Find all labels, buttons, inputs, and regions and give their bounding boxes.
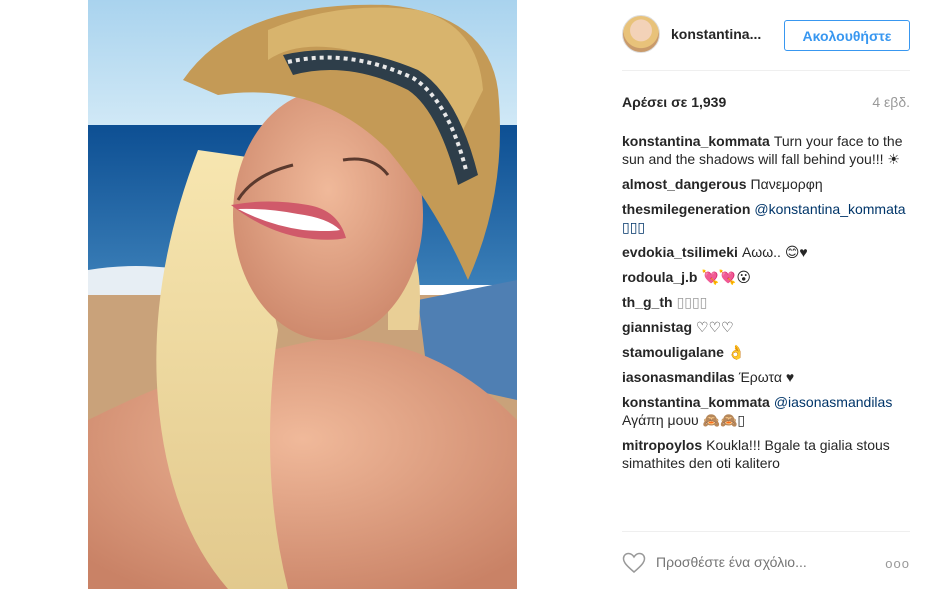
comment-item: konstantina_kommata @iasonasmandilas Αγάπ… <box>622 393 910 429</box>
comment-username[interactable]: konstantina_kommata <box>622 133 770 149</box>
footer-divider <box>622 531 910 532</box>
post-details-panel: konstantina... Ακολουθήστε Αρέσει σε 1,9… <box>622 0 910 589</box>
post-header: konstantina... Ακολουθήστε <box>622 15 910 55</box>
likes-row: Αρέσει σε 1,939 4 εβδ. <box>622 94 910 114</box>
post-age[interactable]: 4 εβδ. <box>872 94 910 110</box>
comment-mention[interactable]: @konstantina_kommata <box>754 201 905 217</box>
post-footer: ooo <box>622 550 910 578</box>
comment-username[interactable]: iasonasmandilas <box>622 369 735 385</box>
post-username[interactable]: konstantina... <box>671 26 781 42</box>
comment-mention[interactable]: @iasonasmandilas <box>774 394 893 410</box>
likes-count[interactable]: Αρέσει σε 1,939 <box>622 94 726 110</box>
comment-item: th_g_th ▯▯▯▯ <box>622 293 910 311</box>
comment-username[interactable]: konstantina_kommata <box>622 394 770 410</box>
comment-username[interactable]: rodoula_j.b <box>622 269 697 285</box>
comment-username[interactable]: mitropoylos <box>622 437 702 453</box>
comment-text: 💘💘😮 <box>701 269 751 285</box>
comment-text: ▯▯▯▯ <box>676 294 708 310</box>
header-divider <box>622 70 910 71</box>
comment-username[interactable]: thesmilegeneration <box>622 201 750 217</box>
comment-text: Αωω.. 😊♥ <box>741 244 808 260</box>
comment-text: 👌 <box>727 344 746 360</box>
comment-input[interactable] <box>656 554 856 570</box>
comment-username[interactable]: stamouligalane <box>622 344 724 360</box>
comment-item: evdokia_tsilimeki Αωω.. 😊♥ <box>622 243 910 261</box>
heart-icon[interactable] <box>622 552 646 574</box>
comment-item: konstantina_kommata Turn your face to the… <box>622 132 910 168</box>
post-photo[interactable] <box>88 0 517 589</box>
more-options-icon[interactable]: ooo <box>885 556 910 571</box>
comment-text: Έρωτα ♥ <box>738 369 795 385</box>
comment-text: ♡♡♡ <box>696 319 734 335</box>
comment-item: thesmilegeneration @konstantina_kommata ▯… <box>622 200 910 236</box>
comment-item: rodoula_j.b 💘💘😮 <box>622 268 910 286</box>
comment-item: mitropoylos Koukla!!! Bgale ta gialia sto… <box>622 436 910 472</box>
comment-text: Πανεμορφη <box>750 176 823 192</box>
comment-username[interactable]: giannistag <box>622 319 692 335</box>
comments-list: konstantina_kommata Turn your face to the… <box>622 132 910 479</box>
comment-item: iasonasmandilas Έρωτα ♥ <box>622 368 910 386</box>
avatar[interactable] <box>622 15 660 53</box>
post-image <box>88 0 517 589</box>
comment-text: Αγάπη μουυ 🙈🙈▯ <box>622 412 746 428</box>
comment-item: giannistag ♡♡♡ <box>622 318 910 336</box>
comment-text: ▯▯▯ <box>622 219 646 235</box>
comment-item: stamouligalane 👌 <box>622 343 910 361</box>
comment-item: almost_dangerous Πανεμορφη <box>622 175 910 193</box>
comment-username[interactable]: evdokia_tsilimeki <box>622 244 738 260</box>
follow-button[interactable]: Ακολουθήστε <box>784 20 910 51</box>
comment-username[interactable]: th_g_th <box>622 294 673 310</box>
comment-username[interactable]: almost_dangerous <box>622 176 746 192</box>
